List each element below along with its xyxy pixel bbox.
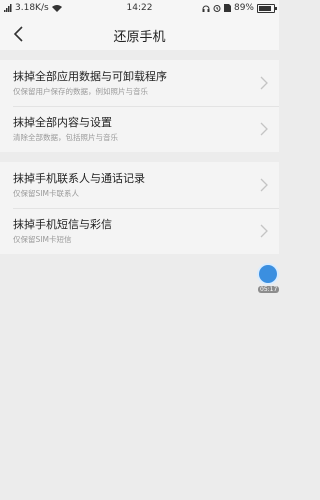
alarm-icon bbox=[213, 5, 221, 12]
battery-icon bbox=[257, 3, 277, 13]
item-title: 抹掉全部内容与设置 bbox=[13, 116, 112, 129]
reset-group-contacts: 抹掉手机联系人与通话记录 仅保留SIM卡联系人 抹掉手机短信与彩信 仅保留SIM… bbox=[0, 162, 279, 254]
list-item-erase-apps[interactable]: 抹掉全部应用数据与可卸载程序 仅保留用户保存的数据，例如照片与音乐 bbox=[0, 60, 279, 106]
status-bar: 3.18K/s 14:22 89% bbox=[0, 0, 279, 18]
item-subtitle: 仅保留SIM卡短信 bbox=[13, 235, 72, 244]
battery-percent: 89% bbox=[233, 3, 254, 13]
list-item-erase-contacts[interactable]: 抹掉手机联系人与通话记录 仅保留SIM卡联系人 bbox=[0, 162, 279, 208]
item-title: 抹掉手机联系人与通话记录 bbox=[13, 172, 145, 185]
page-title: 还原手机 bbox=[113, 30, 166, 45]
item-subtitle: 仅保留用户保存的数据，例如照片与音乐 bbox=[13, 87, 148, 96]
item-subtitle: 仅保留SIM卡联系人 bbox=[13, 189, 79, 198]
title-bar: 还原手机 bbox=[0, 18, 279, 50]
chevron-right-icon bbox=[260, 178, 268, 192]
sim-icon bbox=[223, 4, 231, 12]
reset-group-apps: 抹掉全部应用数据与可卸载程序 仅保留用户保存的数据，例如照片与音乐 抹掉全部内容… bbox=[0, 60, 279, 152]
chevron-right-icon bbox=[260, 122, 268, 136]
list-item-erase-all[interactable]: 抹掉全部内容与设置 清除全部数据，包括照片与音乐 bbox=[0, 106, 279, 152]
item-subtitle: 清除全部数据，包括照片与音乐 bbox=[13, 133, 118, 142]
floating-timer: 05:17 bbox=[258, 286, 280, 293]
list-item-erase-sms[interactable]: 抹掉手机短信与彩信 仅保留SIM卡短信 bbox=[0, 208, 279, 254]
item-title: 抹掉手机短信与彩信 bbox=[13, 218, 112, 231]
chevron-right-icon bbox=[260, 76, 268, 90]
chevron-right-icon bbox=[260, 224, 268, 238]
status-right: 89% bbox=[202, 3, 277, 13]
headset-icon bbox=[202, 5, 210, 12]
item-title: 抹掉全部应用数据与可卸载程序 bbox=[13, 70, 167, 83]
floating-assistant-button[interactable] bbox=[259, 265, 277, 283]
